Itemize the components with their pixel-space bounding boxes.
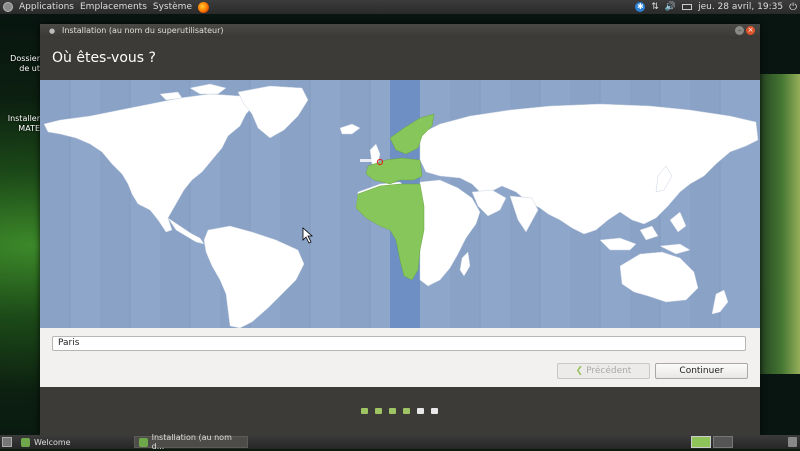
- menu-applications[interactable]: Applications: [19, 2, 74, 12]
- previous-button[interactable]: ❮ Précédent: [557, 363, 650, 379]
- menu-system[interactable]: Système: [153, 2, 192, 12]
- previous-button-label: Précédent: [586, 366, 632, 376]
- power-icon[interactable]: ⏻: [789, 2, 797, 13]
- progress-step-dot: [375, 408, 382, 414]
- form-area: ❮ Précédent Continuer: [40, 328, 760, 387]
- progress-step-dot: [417, 408, 424, 414]
- window-menu-icon[interactable]: ●: [49, 27, 55, 35]
- progress-step-dot: [431, 408, 438, 414]
- window-titlebar[interactable]: ● Installation (au nom du superutilisate…: [40, 24, 760, 38]
- menu-places[interactable]: Emplacements: [80, 2, 147, 12]
- progress-step-dot: [361, 408, 368, 414]
- installer-window: ● Installation (au nom du superutilisate…: [40, 24, 760, 435]
- workspace-1[interactable]: [691, 436, 711, 448]
- desktop-icon-installer[interactable]: Installer MATE: [0, 114, 40, 134]
- continue-button-label: Continuer: [679, 366, 724, 376]
- taskbar-item-welcome[interactable]: Welcome: [17, 436, 131, 448]
- battery-icon[interactable]: [682, 4, 693, 10]
- mint-logo-icon[interactable]: [3, 2, 13, 12]
- desktop-icon-home[interactable]: Dossier de ut: [0, 54, 40, 74]
- bottom-panel: Welcome Installation (au nom d...: [0, 433, 800, 451]
- window-title: Installation (au nom du superutilisateur…: [62, 26, 224, 35]
- close-icon[interactable]: ×: [746, 26, 755, 35]
- network-icon[interactable]: ⇅: [651, 2, 659, 12]
- welcome-app-icon: [21, 437, 30, 447]
- timezone-map[interactable]: [40, 80, 760, 328]
- clock[interactable]: jeu. 28 avril, 19:35: [698, 2, 783, 12]
- progress-step-dot: [389, 408, 396, 414]
- page-title: Où êtes-vous ?: [52, 50, 156, 66]
- installer-app-icon: [139, 437, 148, 447]
- page-header: Où êtes-vous ?: [40, 38, 760, 80]
- progress-step-dot: [403, 408, 410, 414]
- continue-button[interactable]: Continuer: [655, 363, 748, 379]
- taskbar-item-label: Welcome: [34, 437, 71, 447]
- progress-footer: [40, 387, 760, 435]
- taskbar-item-label: Installation (au nom d...: [151, 433, 232, 451]
- trash-icon[interactable]: [788, 437, 797, 447]
- progress-dots: [361, 408, 438, 414]
- firefox-icon[interactable]: [198, 1, 209, 13]
- volume-icon[interactable]: 🔊: [665, 2, 676, 12]
- tray: ✱ ⇅ 🔊 jeu. 28 avril, 19:35 ⏻: [635, 0, 797, 14]
- top-menu: Applications Emplacements Système: [0, 1, 209, 13]
- show-desktop-icon[interactable]: [2, 437, 12, 447]
- workspace-2[interactable]: [713, 436, 733, 448]
- timezone-input[interactable]: [52, 336, 746, 351]
- minimize-icon[interactable]: –: [735, 26, 744, 35]
- chevron-left-icon: ❮: [575, 366, 584, 376]
- accessibility-icon[interactable]: ✱: [635, 2, 646, 12]
- top-panel: Applications Emplacements Système ✱ ⇅ 🔊 …: [0, 0, 800, 14]
- taskbar-item-installer[interactable]: Installation (au nom d...: [134, 433, 248, 451]
